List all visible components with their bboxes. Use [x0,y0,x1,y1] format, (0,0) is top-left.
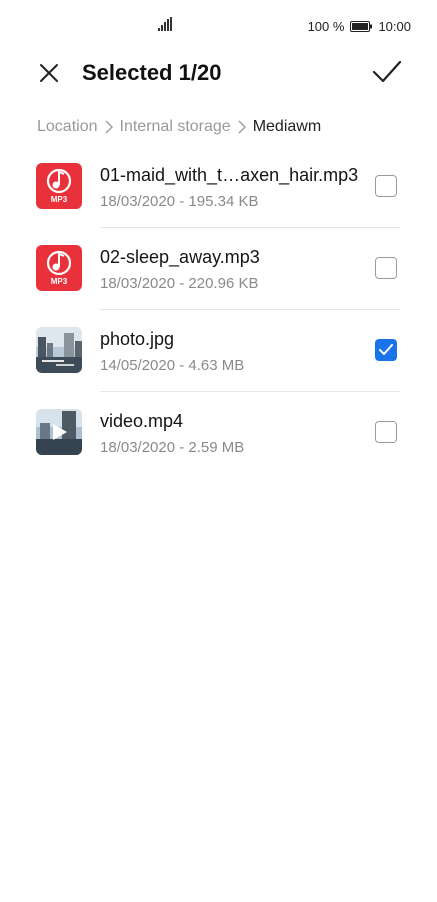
battery-percent: 100 % [307,18,345,34]
file-row-photo[interactable]: photo.jpg 14/05/2020 - 4.63 MB [0,310,437,392]
chevron-right-icon [105,120,113,134]
file-row-sleep-away[interactable]: MP3 02-sleep_away.mp3 18/03/2020 - 220.9… [0,228,437,310]
file-list: MP3 01-maid_with_t…axen_hair.mp3 18/03/2… [0,146,437,474]
file-meta: 18/03/2020 - 220.96 KB [100,275,259,292]
breadcrumb-current-folder: Mediawm [252,118,322,135]
breadcrumb-internal-storage[interactable]: Internal storage [120,118,231,136]
chevron-right-icon [238,120,246,134]
status-bar: 100 % 10:00 [0,0,437,50]
file-type-label: MP3 [50,195,68,204]
signal-icon [158,17,172,31]
checkmark-icon[interactable] [371,58,403,86]
breadcrumb: Location Internal storage Mediawm [37,116,321,138]
file-name: 01-maid_with_t…axen_hair.mp3 [100,165,359,185]
battery-icon [350,20,373,32]
checkmark-icon [379,344,393,355]
status-right: 100 % 10:00 [308,17,411,35]
toolbar: Selected 1/20 [0,50,437,98]
photo-thumbnail [36,327,82,373]
mp3-file-icon: MP3 [36,245,82,291]
page-title: Selected 1/20 [82,60,222,85]
file-type-label: MP3 [50,277,68,286]
close-icon[interactable] [36,60,62,86]
select-checkbox[interactable] [375,421,397,443]
file-name: video.mp4 [100,411,184,431]
mp3-file-icon: MP3 [36,163,82,209]
video-thumbnail [36,409,82,455]
breadcrumb-location[interactable]: Location [37,118,98,136]
file-row-video[interactable]: video.mp4 18/03/2020 - 2.59 MB [0,392,437,474]
select-checkbox[interactable] [375,257,397,279]
file-meta: 14/05/2020 - 4.63 MB [100,357,245,374]
file-name: 02-sleep_away.mp3 [100,247,260,267]
file-meta: 18/03/2020 - 195.34 KB [100,193,259,210]
file-row-maid-with-flaxen-hair[interactable]: MP3 01-maid_with_t…axen_hair.mp3 18/03/2… [0,146,437,228]
status-time: 10:00 [378,18,411,34]
select-checkbox[interactable] [375,339,397,361]
file-name: photo.jpg [100,329,175,349]
file-meta: 18/03/2020 - 2.59 MB [100,439,245,456]
select-checkbox[interactable] [375,175,397,197]
